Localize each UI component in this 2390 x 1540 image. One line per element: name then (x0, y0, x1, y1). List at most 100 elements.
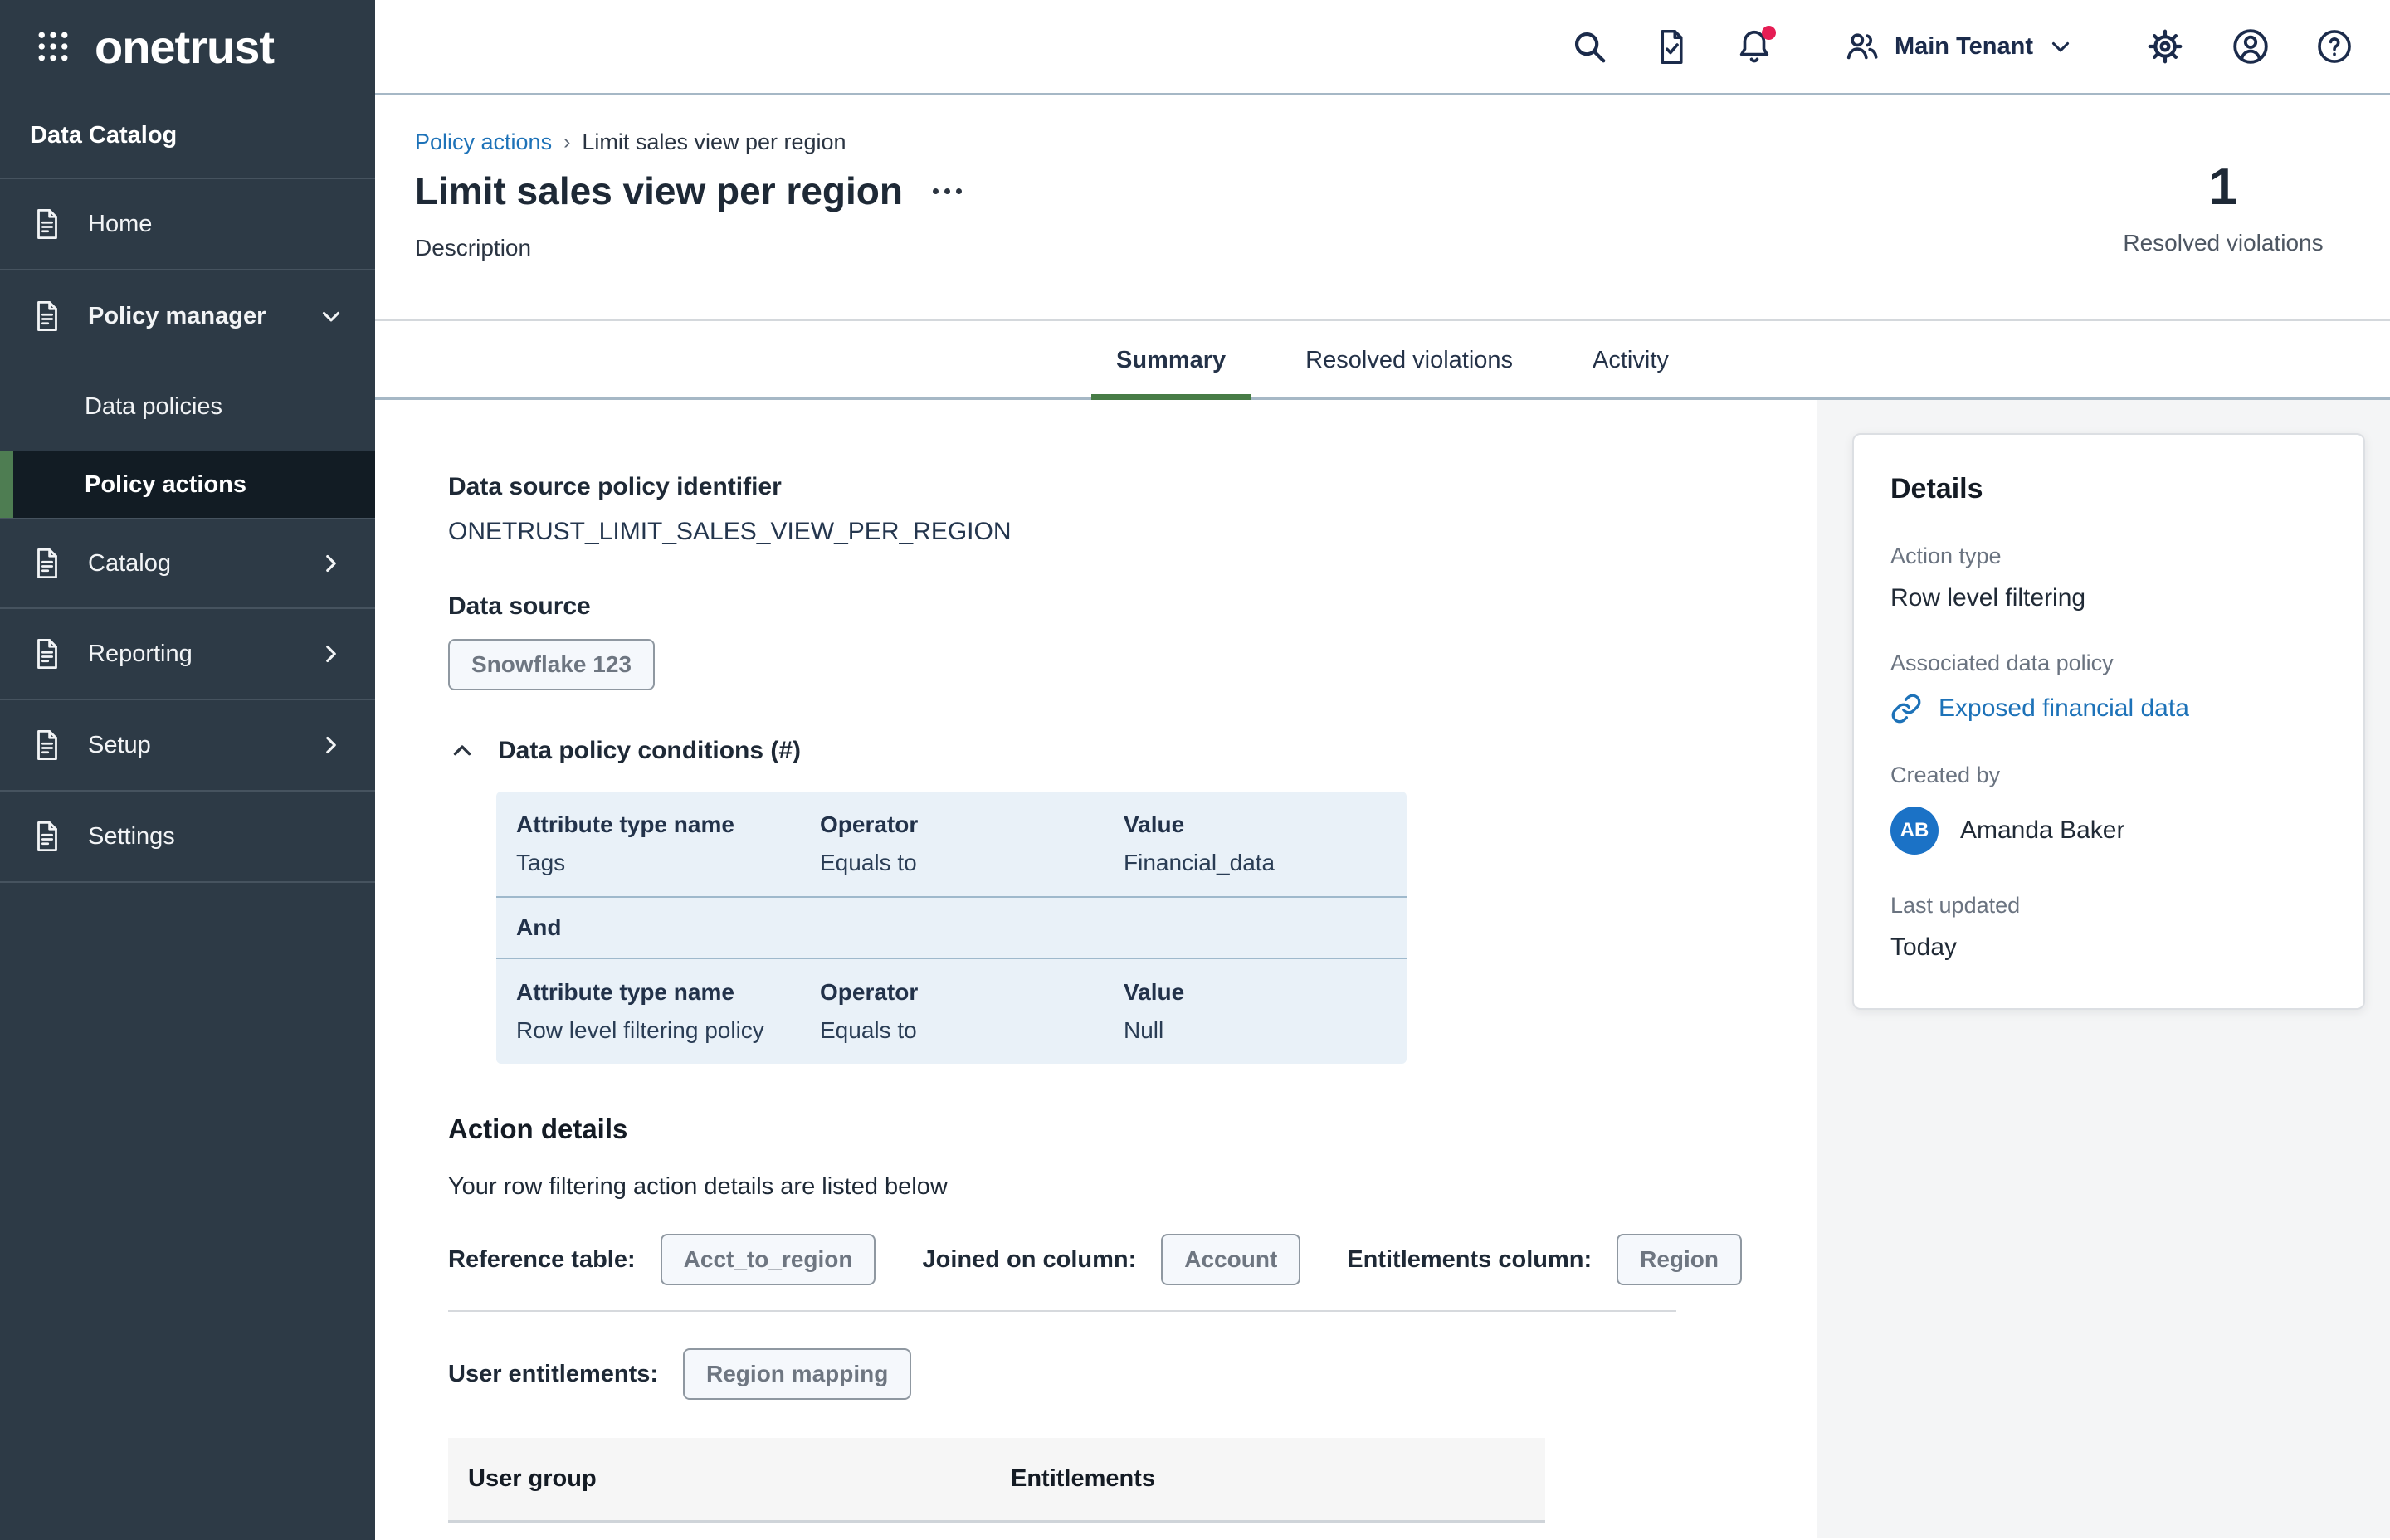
breadcrumb-link[interactable]: Policy actions (415, 129, 552, 155)
account-button[interactable] (2231, 27, 2270, 66)
associated-policy-link[interactable]: Exposed financial data (1890, 693, 2327, 724)
chevron-down-icon (2046, 32, 2075, 61)
breadcrumb-current: Limit sales view per region (582, 129, 846, 155)
table-header-user-group: User group (468, 1465, 1011, 1493)
sidebar-item-label: Data policies (85, 393, 222, 421)
divider (448, 1310, 1676, 1312)
condition-header-value: Value (1124, 811, 1407, 838)
sidebar-item-label: Setup (88, 732, 294, 759)
sidebar-item-label: Policy manager (88, 303, 294, 330)
action-details-subtitle: Your row filtering action details are li… (448, 1173, 1817, 1201)
breadcrumb-separator: › (563, 130, 570, 154)
sidebar-subitem-policy-actions[interactable]: Policy actions (0, 451, 375, 518)
details-card: Details Action type Row level filtering … (1852, 433, 2365, 1010)
resolved-violations-label: Resolved violations (2095, 230, 2352, 256)
sidebar-item-home[interactable]: Home (0, 179, 375, 270)
condition-value-operator: Equals to (820, 850, 1124, 876)
brand-logo-text: onetrust (95, 20, 274, 74)
condition-value-attribute: Tags (516, 850, 820, 876)
more-actions-button[interactable] (931, 180, 963, 202)
description-label: Description (415, 235, 2390, 261)
topbar: Main Tenant (375, 0, 2390, 95)
condition-header-attribute: Attribute type name (516, 811, 820, 838)
breadcrumb: Policy actions › Limit sales view per re… (415, 129, 2390, 155)
resolved-violations-counter: 1 Resolved violations (2095, 158, 2352, 256)
condition-header-value: Value (1124, 979, 1407, 1006)
avatar: AB (1890, 807, 1939, 855)
search-icon (1570, 27, 1608, 66)
entitlements-table: User group Entitlements (448, 1438, 1545, 1523)
reference-table-chip: Acct_to_region (661, 1234, 876, 1285)
notification-dot (1762, 26, 1776, 40)
gear-icon (2144, 26, 2186, 67)
associated-policy-label: Associated data policy (1890, 651, 2327, 676)
last-updated-value: Today (1890, 933, 2327, 962)
notifications-button[interactable] (1735, 27, 1773, 66)
entitlements-column-chip: Region (1617, 1234, 1742, 1285)
tab-summary[interactable]: Summary (1116, 321, 1226, 400)
tasks-button[interactable] (1653, 28, 1690, 66)
chevron-right-icon (317, 731, 345, 759)
sidebar-item-catalog[interactable]: Catalog (0, 518, 375, 609)
sidebar-item-label: Settings (88, 823, 345, 850)
brand-logo[interactable]: onetrust (0, 0, 375, 93)
search-button[interactable] (1570, 27, 1608, 66)
chevron-right-icon (317, 549, 345, 578)
resolved-violations-count: 1 (2095, 158, 2352, 217)
data-source-label: Data source (448, 592, 1817, 621)
chevron-down-icon (317, 302, 345, 330)
account-icon (2231, 27, 2270, 66)
settings-button[interactable] (2144, 26, 2186, 67)
tab-resolved-violations[interactable]: Resolved violations (1305, 321, 1513, 400)
help-button[interactable] (2315, 27, 2353, 66)
sidebar-item-label: Policy actions (85, 471, 246, 499)
and-connector: And (496, 898, 1407, 958)
condition-header-operator: Operator (820, 979, 1124, 1006)
sidebar-nav: Home Policy manager Data policies Policy… (0, 179, 375, 883)
users-icon (1843, 27, 1881, 66)
condition-value-value: Null (1124, 1017, 1407, 1044)
details-title: Details (1890, 473, 2327, 505)
sidebar-item-setup[interactable]: Setup (0, 700, 375, 792)
identifier-value: ONETRUST_LIMIT_SALES_VIEW_PER_REGION (448, 518, 1817, 546)
sidebar: onetrust Data Catalog Home Policy manage… (0, 0, 375, 1540)
tenant-label: Main Tenant (1895, 33, 2033, 61)
condition-header-attribute: Attribute type name (516, 979, 820, 1006)
page-header: Policy actions › Limit sales view per re… (375, 95, 2390, 321)
condition-value-value: Financial_data (1124, 850, 1407, 876)
document-icon (30, 636, 65, 671)
page-title: Limit sales view per region (415, 168, 903, 213)
user-entitlements-chip: Region mapping (683, 1348, 911, 1400)
action-type-value: Row level filtering (1890, 584, 2327, 612)
data-source-chip: Snowflake 123 (448, 639, 655, 690)
sidebar-item-label: Home (88, 211, 345, 238)
created-by-name: Amanda Baker (1960, 816, 2124, 845)
reference-table-label: Reference table: (448, 1246, 636, 1274)
conditions-box: Attribute type name Tags Operator Equals… (496, 792, 1407, 1064)
user-entitlements-label: User entitlements: (448, 1361, 658, 1388)
sidebar-item-policy-manager[interactable]: Policy manager (0, 270, 375, 362)
chevron-right-icon (317, 640, 345, 668)
tasks-icon (1653, 28, 1690, 66)
sidebar-item-settings[interactable]: Settings (0, 792, 375, 883)
sidebar-subitem-data-policies[interactable]: Data policies (0, 362, 375, 451)
app-switcher-icon[interactable] (35, 28, 71, 65)
condition-value-operator: Equals to (820, 1017, 1124, 1044)
tenant-switcher[interactable]: Main Tenant (1843, 27, 2075, 66)
document-icon (30, 819, 65, 854)
entitlements-table-header: User group Entitlements (448, 1438, 1545, 1523)
conditions-collapse-button[interactable] (448, 737, 476, 765)
link-icon (1890, 693, 1922, 724)
joined-on-column-chip: Account (1161, 1234, 1300, 1285)
condition-row: Attribute type name Row level filtering … (496, 959, 1407, 1064)
last-updated-label: Last updated (1890, 893, 2327, 919)
condition-value-attribute: Row level filtering policy (516, 1017, 820, 1044)
associated-policy-link-text: Exposed financial data (1939, 694, 2189, 723)
summary-content: Data source policy identifier ONETRUST_L… (375, 400, 1817, 1538)
conditions-title: Data policy conditions (#) (498, 737, 801, 765)
tab-activity[interactable]: Activity (1593, 321, 1669, 400)
sidebar-item-reporting[interactable]: Reporting (0, 609, 375, 700)
joined-on-column-label: Joined on column: (922, 1246, 1136, 1274)
sidebar-item-label: Reporting (88, 641, 294, 668)
help-icon (2315, 27, 2353, 66)
